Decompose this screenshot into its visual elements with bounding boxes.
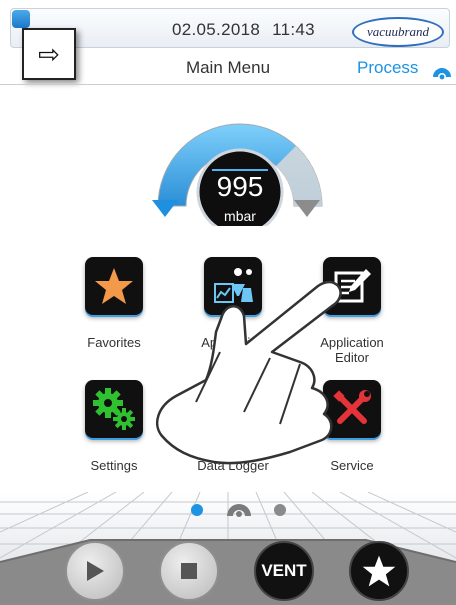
main-menu-screen: 02.05.2018 11:43 vacuubrand ⇨ Main Menu P… [0,0,456,605]
pointing-hand-icon [156,280,342,465]
